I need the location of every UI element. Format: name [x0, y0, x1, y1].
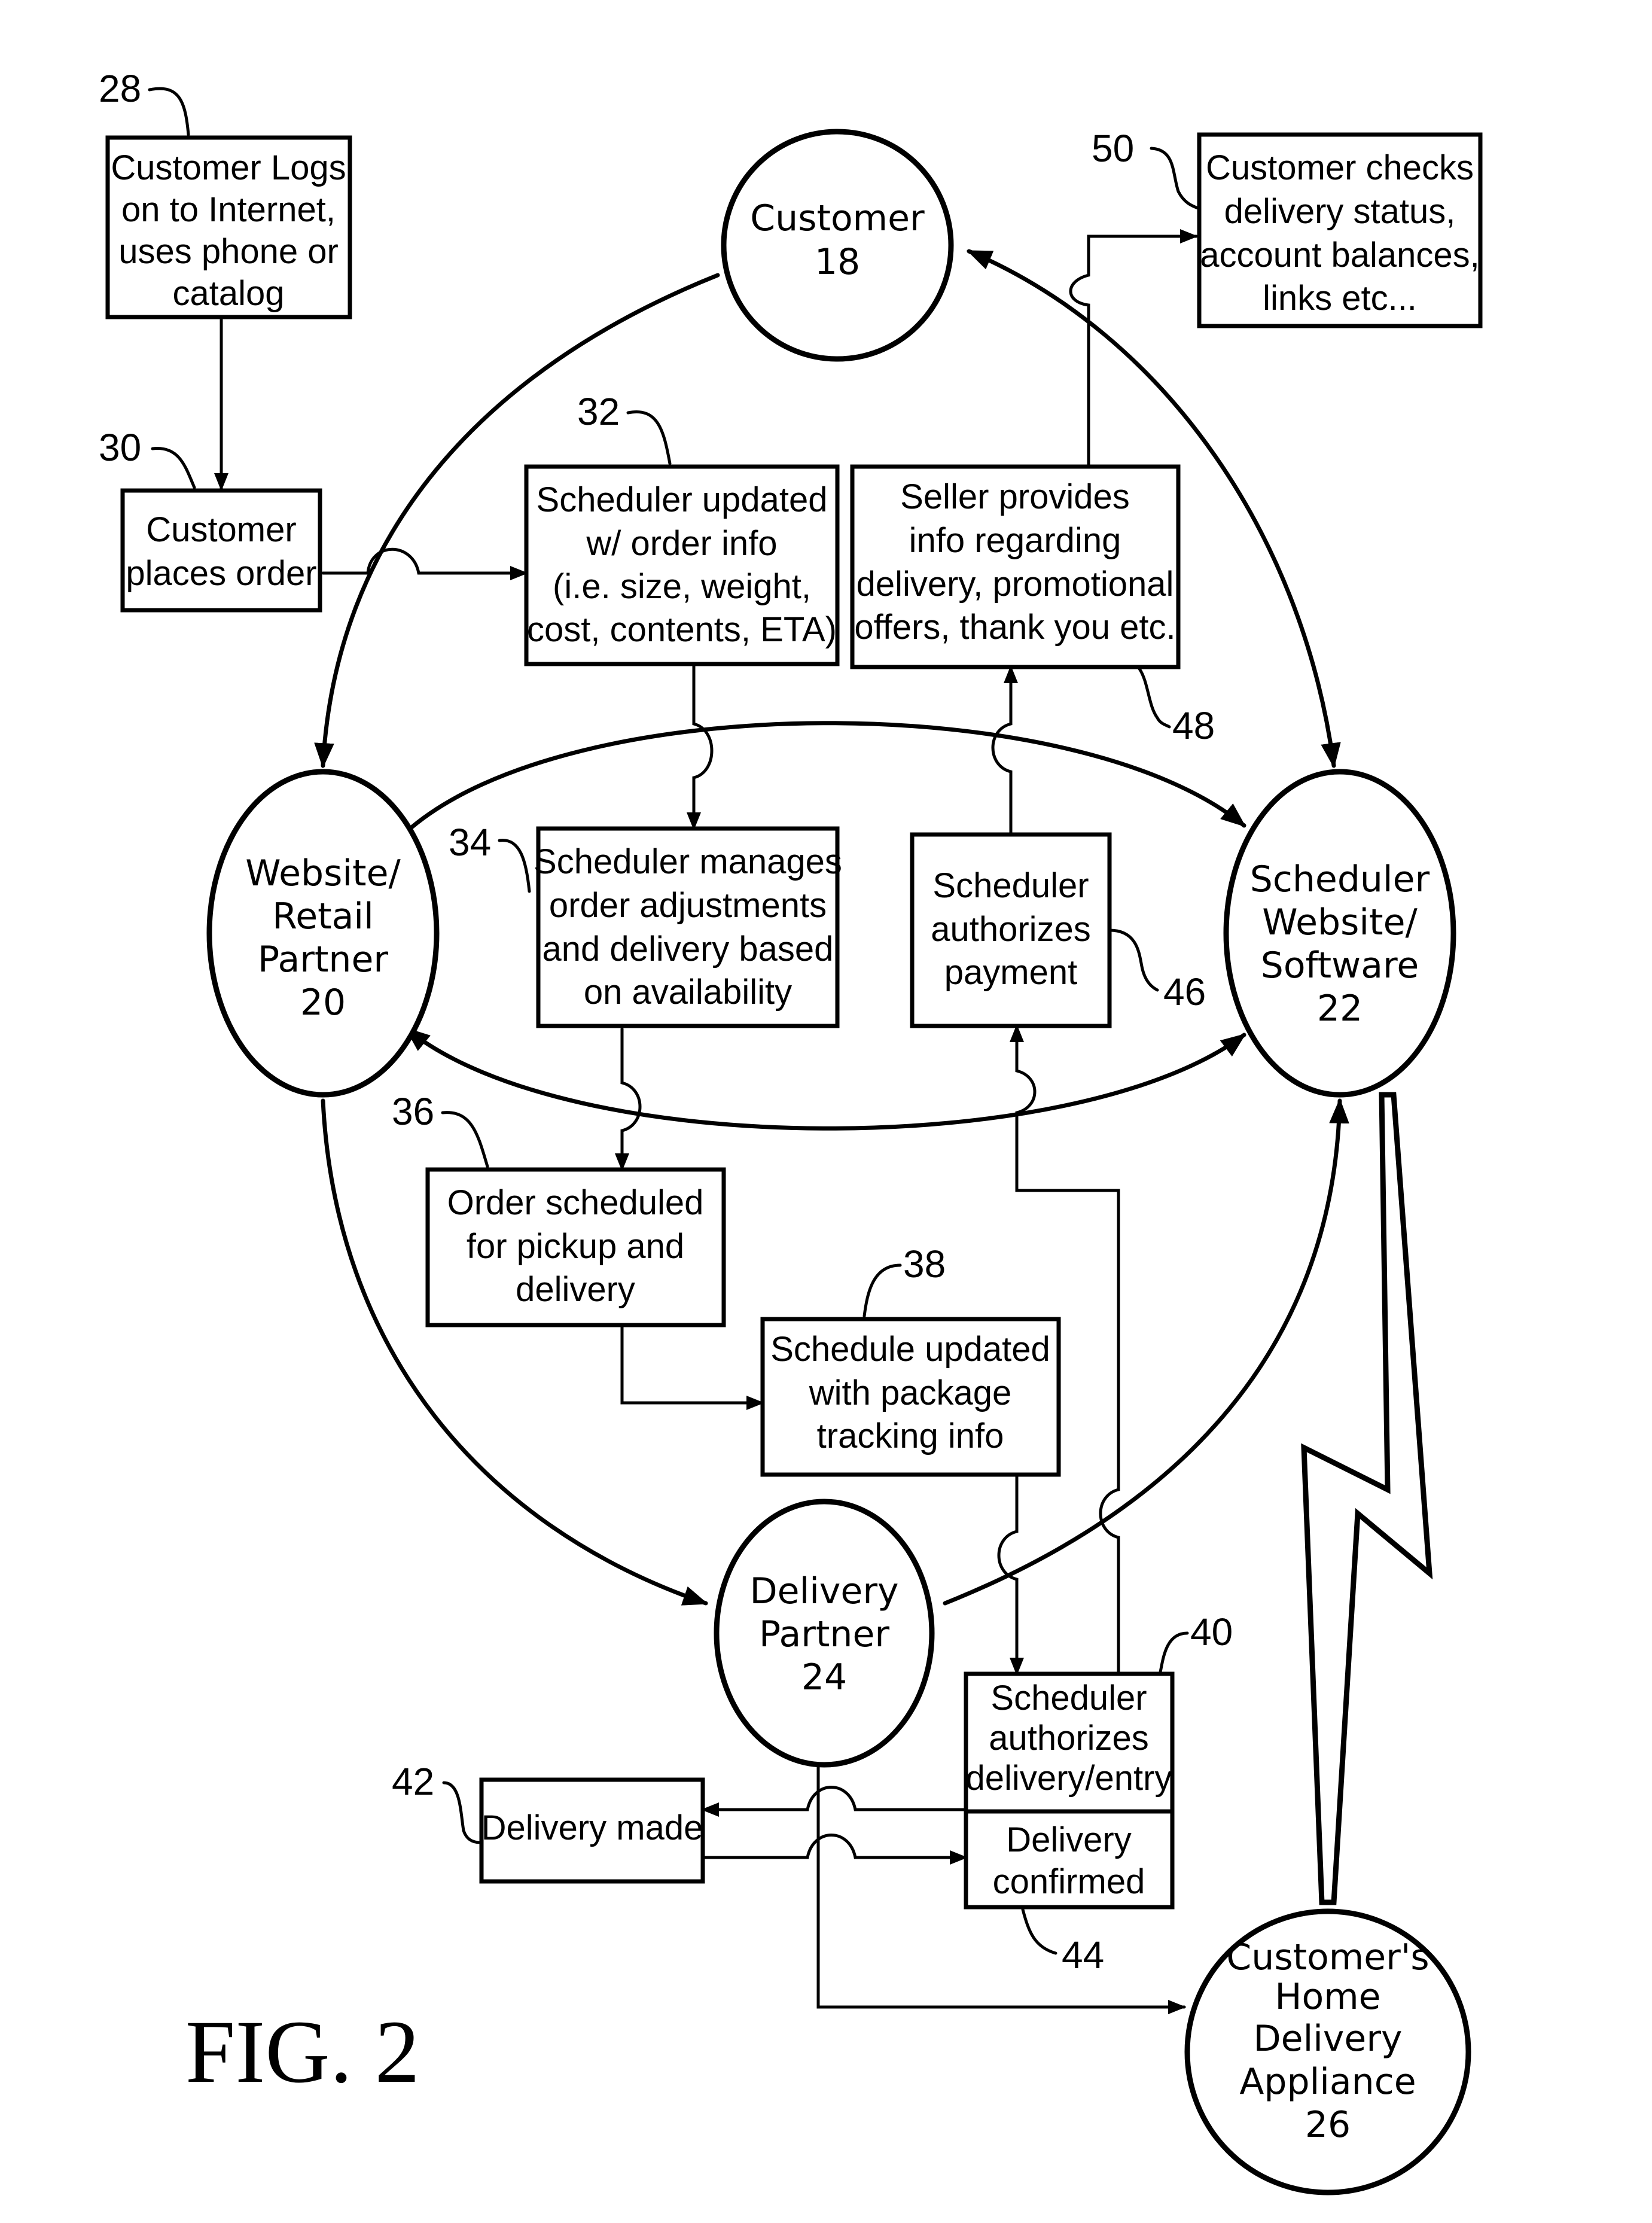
- ref-label: 36: [392, 1090, 434, 1133]
- edge-30-to-32: [321, 547, 528, 580]
- ref-label: 34: [449, 821, 491, 864]
- node-home-delivery-appliance: Customer's Home Delivery Appliance 26: [1184, 1908, 1471, 2195]
- ref-label: 28: [99, 67, 141, 110]
- box-40-scheduler-authorizes-delivery: Scheduler authorizes delivery/entry 40: [964, 1610, 1233, 1814]
- figure-label: FIG. 2: [185, 2002, 420, 2102]
- node-delivery-partner: Delivery Partner 24: [714, 1499, 935, 1768]
- edge-retail-to-scheduler-top: [404, 721, 1246, 834]
- box-50-customer-checks-status: Customer checks delivery status, account b…: [1092, 127, 1483, 328]
- box-30-customer-places-order: Customer places order 30: [99, 426, 322, 613]
- edge-32-to-34: [687, 662, 714, 830]
- edge-40-to-42: [701, 1786, 968, 1817]
- ref-label: 44: [1062, 1933, 1104, 1977]
- svg-text:Schedulerauthorizesdelivery/en: Scheduler authorizes delivery/entry: [966, 1679, 1172, 1798]
- ref-label: 30: [99, 426, 141, 469]
- edge-46-to-48: [991, 665, 1018, 836]
- box-28-customer-logs-on: Customer Logs on to Internet, uses phone o…: [99, 67, 352, 319]
- wireless-link-icon: [1301, 1092, 1433, 1905]
- edge-scheduler-to-retail-bottom: [404, 1027, 1246, 1131]
- edge-48-to-50: [1069, 229, 1198, 468]
- ref-label: 32: [577, 390, 620, 433]
- node-customer: Customer 18: [721, 129, 954, 362]
- box-48-seller-provides-info: Seller provides info regarding delivery, p…: [850, 464, 1215, 747]
- box-36-order-scheduled: Order scheduled for pickup and delivery 36: [392, 1090, 726, 1327]
- box-44-delivery-confirmed: Delivery confirmed 44: [964, 1809, 1175, 1977]
- ref-label: 40: [1190, 1610, 1233, 1653]
- flow-diagram: Customer 18 Website/Retail Partner 20 Sched…: [99, 67, 1483, 2195]
- box-34-scheduler-manages: Scheduler manages order adjustments and de…: [449, 821, 842, 1028]
- box-32-scheduler-updated: Scheduler updated w/ order info (i.e. size…: [524, 390, 840, 666]
- node-scheduler: Scheduler Website/Software 22: [1223, 769, 1456, 1098]
- box-42-delivery-made: Delivery made 42: [392, 1760, 705, 1884]
- edge-42-to-44: [701, 1834, 968, 1865]
- ref-label: 50: [1092, 127, 1134, 170]
- ref-label: 38: [903, 1243, 946, 1286]
- edge-34-to-36: [615, 1027, 642, 1171]
- svg-text:Schedulerauthorizespayment: Scheduler authorizes payment: [931, 866, 1091, 992]
- node-retail-partner: Website/Retail Partner 20: [206, 769, 440, 1098]
- ref-label: 48: [1172, 704, 1215, 747]
- ref-label: 42: [392, 1760, 434, 1803]
- ref-label: 46: [1163, 970, 1206, 1013]
- edge-36-to-38: [620, 1323, 764, 1410]
- svg-text:Delivery made: Delivery made: [481, 1808, 703, 1847]
- box-38-schedule-updated-tracking: Schedule updated with package tracking inf…: [760, 1243, 1061, 1477]
- box-46-scheduler-authorizes-payment: Scheduler authorizes payment 46: [910, 832, 1206, 1028]
